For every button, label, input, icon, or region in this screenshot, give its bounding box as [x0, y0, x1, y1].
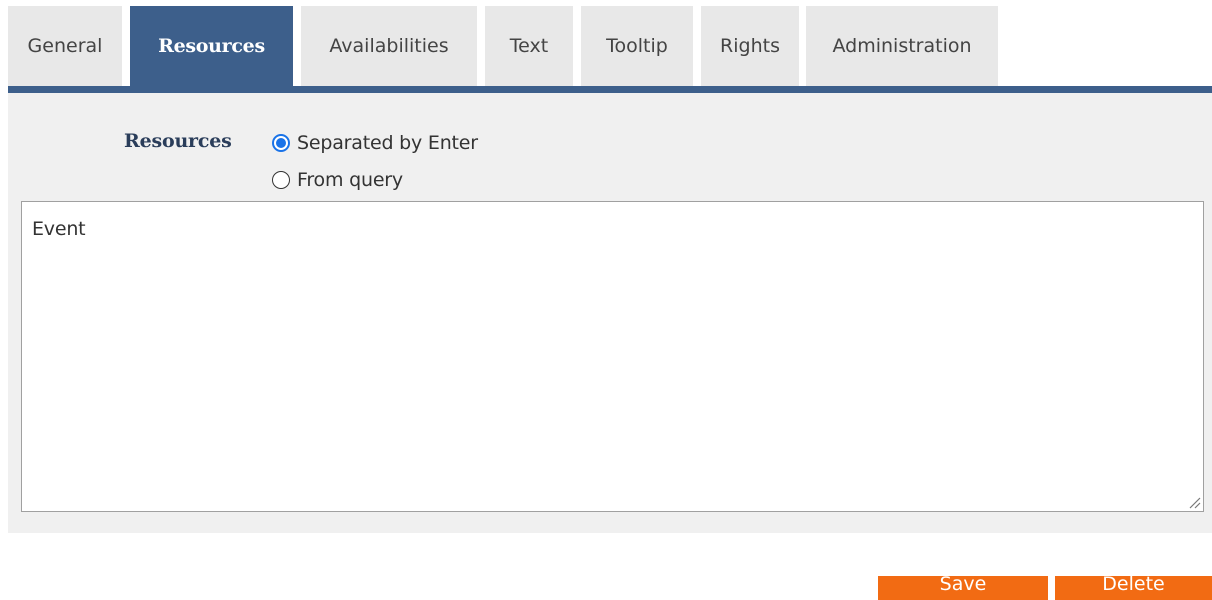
tab-label: Text — [509, 35, 549, 57]
tab-label: Resources — [158, 35, 265, 57]
delete-button-label: Delete — [1102, 573, 1165, 595]
tab-text[interactable]: Text — [485, 6, 573, 86]
radio-from-query[interactable]: From query — [272, 167, 403, 193]
resize-grip-icon[interactable] — [1187, 495, 1201, 509]
delete-button[interactable]: Delete — [1055, 573, 1212, 600]
save-button-label: Save — [939, 573, 987, 595]
textarea-value: Event — [32, 218, 86, 240]
radio-label: From query — [297, 169, 403, 191]
radio-separated-by-enter[interactable]: Separated by Enter — [272, 130, 478, 156]
tab-label: Rights — [720, 35, 780, 57]
radio-label: Separated by Enter — [297, 132, 478, 154]
tab-availabilities[interactable]: Availabilities — [301, 6, 477, 86]
tab-label: General — [27, 35, 103, 57]
tab-label: Administration — [832, 35, 972, 57]
tab-label: Availabilities — [329, 35, 449, 57]
tab-bar: General Resources Availabilities Text To… — [8, 6, 1212, 86]
tab-administration[interactable]: Administration — [806, 6, 998, 86]
tab-rights[interactable]: Rights — [701, 6, 799, 86]
resources-field-label: Resources — [124, 130, 232, 152]
tab-tooltip[interactable]: Tooltip — [581, 6, 693, 86]
tab-resources[interactable]: Resources — [130, 6, 293, 86]
resources-textarea[interactable]: Event — [21, 201, 1204, 512]
tab-general[interactable]: General — [8, 6, 122, 86]
radio-unchecked-icon[interactable] — [272, 171, 290, 189]
tab-label: Tooltip — [606, 35, 668, 57]
tab-underline-strip — [8, 86, 1212, 93]
save-button[interactable]: Save — [878, 573, 1048, 600]
radio-checked-icon[interactable] — [272, 134, 290, 152]
